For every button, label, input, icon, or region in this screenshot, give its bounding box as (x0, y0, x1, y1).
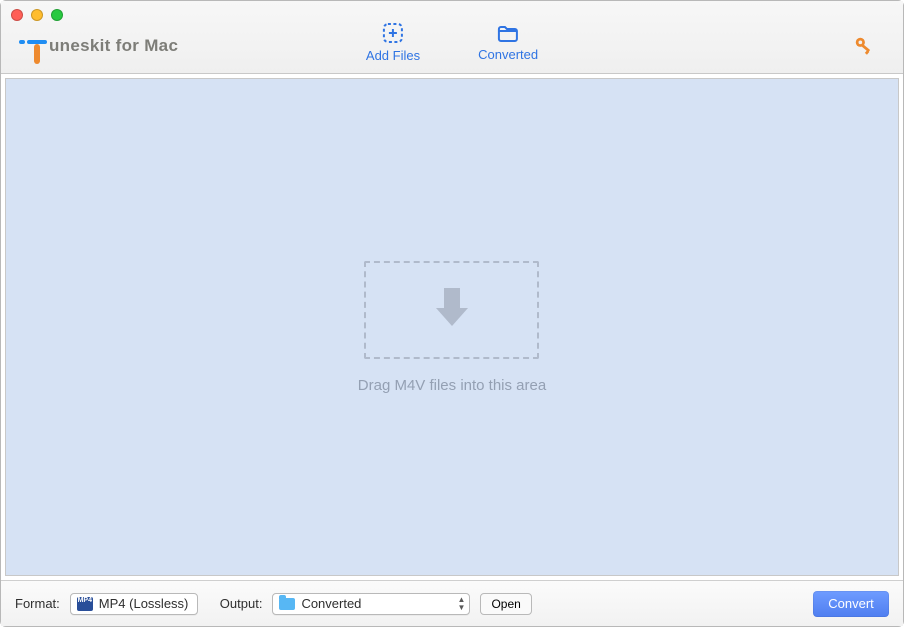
close-window-button[interactable] (11, 9, 23, 21)
logo-icon (19, 30, 47, 62)
format-select[interactable]: MP4 MP4 (Lossless) (70, 593, 198, 615)
format-value: MP4 (Lossless) (99, 596, 189, 611)
window-controls (11, 9, 63, 21)
toolbar: uneskit for Mac Add Files Converted (1, 1, 903, 74)
mp4-format-icon: MP4 (77, 597, 93, 611)
app-logo: uneskit for Mac (19, 30, 178, 62)
drop-box (364, 261, 539, 359)
convert-button[interactable]: Convert (813, 591, 889, 617)
converted-button[interactable]: Converted (478, 22, 538, 62)
bottom-bar: Format: MP4 MP4 (Lossless) Output: Conve… (1, 580, 903, 626)
format-label: Format: (15, 596, 60, 611)
download-arrow-icon (430, 282, 474, 337)
output-label: Output: (220, 596, 263, 611)
toolbar-center: Add Files Converted (366, 21, 538, 63)
output-value: Converted (301, 596, 361, 611)
register-key-button[interactable] (853, 35, 875, 62)
add-files-label: Add Files (366, 48, 420, 63)
folder-icon (496, 22, 520, 44)
drop-area[interactable]: Drag M4V files into this area (5, 78, 899, 576)
open-output-button[interactable]: Open (480, 593, 531, 615)
minimize-window-button[interactable] (31, 9, 43, 21)
maximize-window-button[interactable] (51, 9, 63, 21)
add-files-button[interactable]: Add Files (366, 21, 420, 63)
add-files-icon (381, 21, 405, 45)
logo-text: uneskit for Mac (49, 36, 178, 56)
drop-hint-text: Drag M4V files into this area (358, 377, 546, 394)
converted-label: Converted (478, 47, 538, 62)
updown-arrows-icon: ▲▼ (458, 596, 466, 612)
output-select[interactable]: Converted ▲▼ (272, 593, 470, 615)
folder-mini-icon (279, 598, 295, 610)
drop-zone: Drag M4V files into this area (358, 261, 546, 394)
